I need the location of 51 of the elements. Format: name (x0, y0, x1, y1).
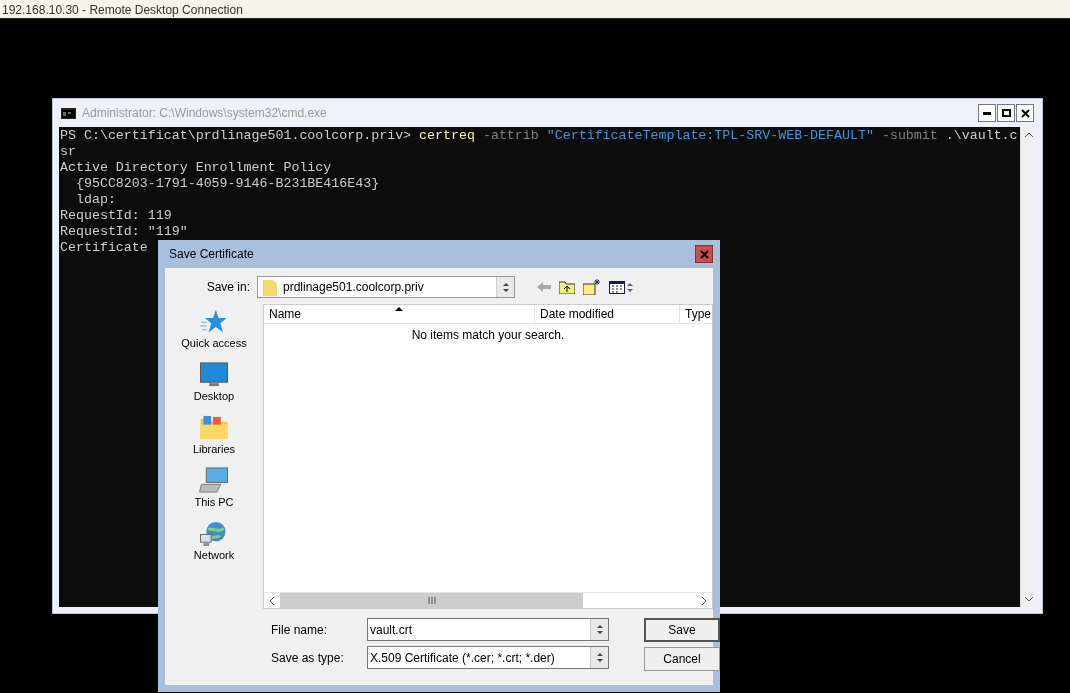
window-title: Administrator: C:\Windows\system32\cmd.exe (82, 105, 327, 122)
folder-icon (199, 414, 229, 441)
close-icon[interactable] (1020, 108, 1030, 118)
up-folder-icon[interactable] (559, 280, 575, 294)
console-line: Active Directory Enrollment Policy (60, 160, 332, 176)
column-header[interactable]: Type (680, 305, 712, 323)
minimize-button[interactable] (978, 104, 996, 122)
console-icon (61, 107, 76, 119)
place-item[interactable]: Network (193, 520, 235, 562)
console-line: {95CC8203-1791-4059-9146-B231BE416E43} (74, 176, 380, 192)
sort-arrow-icon (395, 307, 403, 311)
folder-icon (263, 278, 277, 296)
location-value: prdlinage501.coolcorp.priv (283, 279, 425, 296)
field-label: Save as type: (271, 649, 345, 667)
dialog-title: Save Certificate (169, 246, 254, 263)
scrollbar-thumb[interactable] (280, 593, 583, 608)
vertical-scrollbar[interactable] (1020, 127, 1036, 607)
star-icon (199, 308, 229, 335)
field-label: Save in: (205, 279, 251, 296)
place-item[interactable]: Desktop (193, 361, 235, 403)
empty-message: No items match your search. (411, 327, 565, 342)
console-line: RequestId: 119 (60, 208, 172, 224)
location-dropdown[interactable]: prdlinage501.coolcorp.priv (257, 276, 515, 298)
file-name-field[interactable]: vault.crt (367, 618, 609, 641)
dropdown-icon[interactable] (590, 619, 608, 640)
network-icon (199, 520, 229, 547)
view-menu-icon[interactable] (609, 280, 625, 294)
new-folder-icon[interactable] (583, 279, 601, 295)
column-header[interactable]: Date modified (535, 305, 680, 323)
file-type-dropdown[interactable]: X.509 Certificate (*.cer; *.crt; *.der) (367, 646, 609, 669)
column-header[interactable]: Name (264, 305, 535, 323)
maximize-button[interactable] (997, 104, 1015, 122)
place-item[interactable]: Quick access (181, 308, 247, 350)
caret-icon[interactable] (627, 282, 633, 292)
console-line: sr (60, 144, 76, 160)
save-button[interactable]: Save (644, 618, 720, 642)
computer-icon (199, 467, 229, 494)
monitor-icon (199, 361, 229, 388)
place-item[interactable]: This PC (194, 467, 234, 509)
console-line: Certificate (60, 240, 148, 256)
place-item[interactable]: Libraries (192, 414, 236, 456)
cancel-button[interactable]: Cancel (644, 647, 720, 671)
horizontal-scrollbar[interactable] (264, 592, 712, 608)
field-label: File name: (271, 621, 329, 639)
console-line: ldap: (74, 192, 116, 208)
close-button[interactable] (1016, 104, 1034, 122)
console-line: RequestId: "119" (60, 224, 188, 240)
window-title: 192.168.10.30 - Remote Desktop Connection (2, 2, 243, 18)
dropdown-icon[interactable] (496, 277, 514, 297)
console-line: PS C:\certificat\prdlinage501.coolcorp.priv> certreq -attrib "CertificateTemplate:TPL-SRV-WEB-DEFAULT" -submit .\vault.c (60, 128, 1018, 144)
dropdown-icon[interactable] (590, 647, 608, 668)
